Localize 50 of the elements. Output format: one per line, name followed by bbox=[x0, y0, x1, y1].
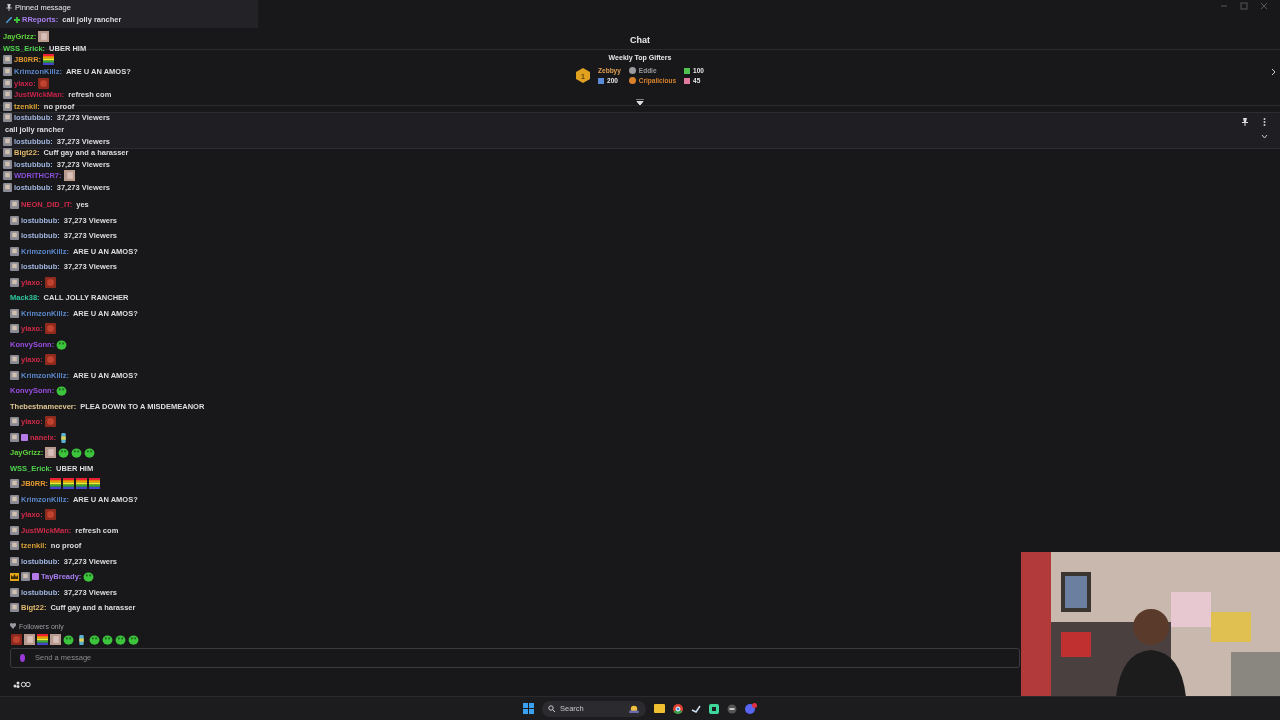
emote-icon bbox=[83, 571, 95, 583]
emote-icon bbox=[38, 31, 50, 43]
emote-icon bbox=[63, 170, 75, 182]
pin-icon bbox=[6, 4, 12, 11]
weather-icon bbox=[628, 704, 640, 713]
emote-icon bbox=[37, 633, 48, 645]
windows-icon[interactable] bbox=[523, 703, 534, 714]
emote-icon bbox=[37, 77, 49, 89]
emote-icon bbox=[44, 276, 56, 288]
heart-icon bbox=[10, 623, 16, 629]
emote-icon bbox=[44, 323, 56, 335]
emote-icon bbox=[11, 633, 22, 645]
emote-icon bbox=[128, 633, 139, 645]
emote-icon bbox=[45, 447, 57, 459]
more-icon[interactable] bbox=[1263, 118, 1266, 126]
emote-icon bbox=[50, 633, 61, 645]
chevron-right-icon[interactable] bbox=[1271, 68, 1276, 76]
emote-icon bbox=[50, 478, 62, 490]
app-icon[interactable] bbox=[727, 703, 737, 714]
emote-icon bbox=[58, 447, 70, 459]
emote-icon bbox=[43, 54, 55, 66]
chevron-down-icon[interactable] bbox=[1261, 134, 1268, 139]
emote-icon bbox=[56, 385, 68, 397]
expand-icon[interactable] bbox=[636, 99, 644, 105]
browser-icon[interactable] bbox=[673, 703, 683, 714]
chat-app-icon[interactable] bbox=[745, 703, 757, 714]
search-icon bbox=[548, 704, 555, 712]
rank-badge: 1 bbox=[576, 68, 591, 83]
emote-icon bbox=[102, 633, 113, 645]
emote-icon bbox=[89, 633, 100, 645]
emote-icon bbox=[76, 633, 87, 645]
plus-icon bbox=[14, 16, 20, 23]
emote-icon bbox=[71, 447, 83, 459]
close-icon[interactable] bbox=[1260, 2, 1268, 10]
emote-icon bbox=[76, 478, 88, 490]
emote-icon bbox=[44, 354, 56, 366]
gift-icon bbox=[598, 77, 605, 84]
emote-icon bbox=[44, 416, 56, 428]
emote-icon bbox=[44, 509, 56, 521]
pin-icon[interactable] bbox=[1242, 118, 1248, 126]
emote-icon bbox=[63, 633, 74, 645]
emote-icon bbox=[24, 633, 35, 645]
emote-icon bbox=[115, 633, 126, 645]
gem-icon bbox=[20, 653, 25, 662]
app-icon[interactable] bbox=[709, 703, 719, 714]
emote-icon bbox=[63, 478, 75, 490]
emote-icon bbox=[89, 478, 101, 490]
emote-icon bbox=[56, 338, 68, 350]
emote-icon bbox=[84, 447, 96, 459]
points-icon[interactable] bbox=[13, 680, 31, 688]
